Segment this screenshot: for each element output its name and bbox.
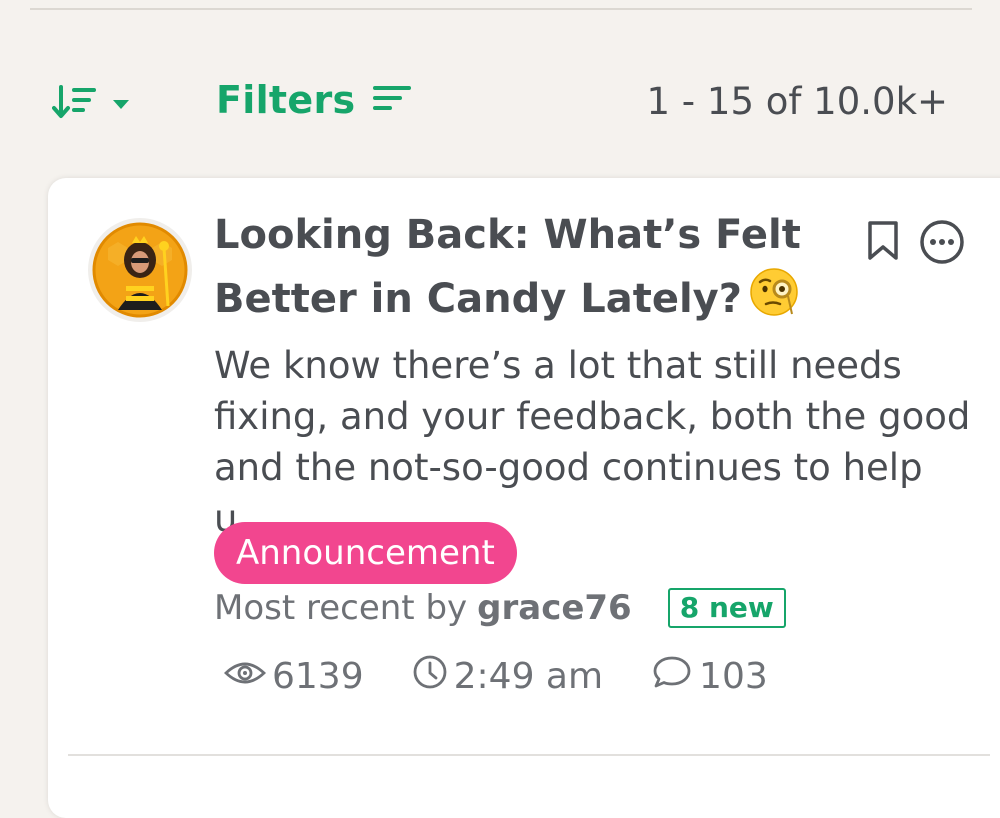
views-count: 6139 <box>272 656 364 697</box>
author-link[interactable]: grace76 <box>477 588 632 628</box>
comments-count: 103 <box>699 656 768 697</box>
avatar[interactable] <box>88 218 192 322</box>
filters-button[interactable]: Filters <box>216 78 412 122</box>
post-excerpt: We know there’s a lot that still needs f… <box>214 344 971 540</box>
comment-bubble-icon <box>651 654 693 699</box>
top-divider <box>30 8 972 10</box>
sort-descending-icon <box>52 82 98 126</box>
recent-activity: Most recent by grace76 8 new <box>214 588 786 628</box>
discussion-card[interactable]: Looking Back: What’s Felt Better in Cand… <box>48 178 1000 818</box>
card-divider <box>68 754 990 756</box>
more-options-icon[interactable] <box>918 218 966 270</box>
sort-button[interactable] <box>52 82 130 126</box>
clock-icon <box>412 654 448 699</box>
announcement-tag[interactable]: Announcement <box>214 522 517 584</box>
post-title[interactable]: Looking Back: What’s Felt Better in Cand… <box>214 204 814 336</box>
avatar-image <box>92 222 188 318</box>
face-with-monocle-emoji <box>748 266 800 336</box>
comments-stat: 103 <box>651 654 768 699</box>
post-stats: 6139 2:49 am 103 <box>223 654 768 699</box>
post-title-text: Looking Back: What’s Felt Better in Cand… <box>214 212 801 322</box>
new-count-badge[interactable]: 8 new <box>667 588 786 628</box>
result-count: 1 - 15 of 10.0k+ <box>646 80 949 123</box>
toolbar: Filters 1 - 15 of 10.0k+ <box>0 68 1000 138</box>
eye-icon <box>223 656 267 697</box>
time-stat: 2:49 am <box>412 654 603 699</box>
filters-label: Filters <box>216 78 356 122</box>
filter-lines-icon <box>373 84 412 116</box>
recent-prefix: Most recent by <box>214 588 468 628</box>
last-activity-time: 2:49 am <box>453 656 604 697</box>
caret-down-icon <box>112 95 130 114</box>
views-stat: 6139 <box>223 656 364 697</box>
bookmark-icon[interactable] <box>866 220 900 266</box>
